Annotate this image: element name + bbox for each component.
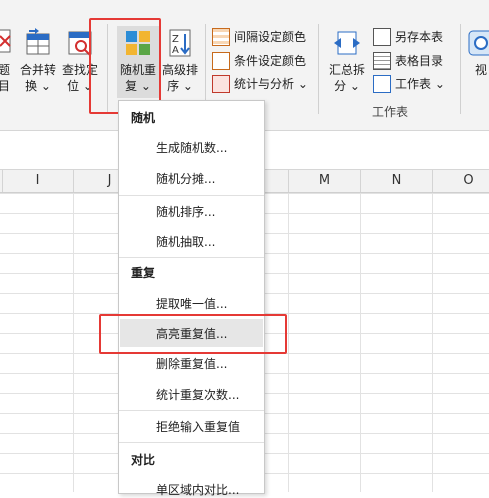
grid-column-line bbox=[73, 193, 74, 492]
stats-analysis-button[interactable]: 统计与分析 ⌄ bbox=[212, 74, 308, 94]
menu-item-reject-duplicates[interactable]: 拒绝输入重复值 bbox=[156, 418, 240, 435]
save-sheet-label: 另存本表 bbox=[395, 30, 444, 44]
advanced-sort-button[interactable]: Z A 高级排 序 ⌄ bbox=[160, 28, 200, 94]
interval-color-icon bbox=[212, 28, 230, 46]
condition-color-button[interactable]: 条件设定颜色 bbox=[212, 51, 306, 71]
ribbon-divider bbox=[460, 24, 461, 114]
menu-item-count-duplicates[interactable]: 统计重复次数... bbox=[156, 386, 239, 403]
ribbon-button-partial[interactable]: 题 目 bbox=[0, 28, 16, 94]
sort-label-1: 高级排 bbox=[161, 63, 198, 77]
stats-icon bbox=[212, 75, 230, 93]
menu-divider bbox=[119, 442, 264, 443]
worksheet-icon bbox=[373, 75, 391, 93]
interval-color-button[interactable]: 间隔设定颜色 bbox=[212, 27, 306, 47]
column-header[interactable]: M bbox=[289, 170, 361, 192]
worksheet-button[interactable]: 工作表 ⌄ bbox=[373, 74, 445, 94]
interval-color-label: 间隔设定颜色 bbox=[234, 30, 307, 44]
worksheet-group-label: 工作表 bbox=[372, 105, 409, 119]
menu-item-single-range-compare[interactable]: 单区域内对比... bbox=[156, 481, 239, 498]
menu-divider bbox=[119, 195, 264, 196]
menu-item-random-pick[interactable]: 随机抽取... bbox=[156, 233, 215, 250]
menu-divider bbox=[119, 257, 264, 258]
worksheet-label: 工作表 ⌄ bbox=[395, 77, 445, 91]
grid-column-line bbox=[360, 193, 361, 492]
ribbon-button-label: 题 bbox=[0, 63, 10, 77]
merge-label-1: 合并转 bbox=[19, 63, 56, 77]
merge-label-2: 换 ⌄ bbox=[25, 79, 51, 93]
view-label: 视 bbox=[474, 63, 487, 77]
view-button[interactable]: 视 bbox=[466, 28, 489, 78]
summary-label-1: 汇总拆 bbox=[328, 63, 365, 77]
ribbon-button-label: 目 bbox=[0, 79, 10, 93]
menu-section-random: 随机 bbox=[131, 111, 156, 125]
menu-section-compare: 对比 bbox=[131, 453, 156, 467]
save-sheet-button[interactable]: 另存本表 bbox=[373, 27, 443, 47]
save-sheet-icon bbox=[373, 28, 391, 46]
sort-label-2: 序 ⌄ bbox=[167, 79, 193, 93]
sort-az-icon: Z A bbox=[169, 29, 191, 57]
summary-split-icon bbox=[334, 31, 360, 55]
table-toc-icon bbox=[373, 52, 391, 70]
highlight-item-box bbox=[99, 314, 287, 354]
condition-color-icon bbox=[212, 52, 230, 70]
menu-item-random-allocate[interactable]: 随机分摊... bbox=[156, 170, 215, 187]
svg-text:Z: Z bbox=[172, 34, 179, 45]
table-toc-button[interactable]: 表格目录 bbox=[373, 51, 443, 71]
column-header[interactable]: N bbox=[361, 170, 433, 192]
menu-item-generate-random[interactable]: 生成随机数... bbox=[156, 139, 227, 156]
menu-item-extract-unique[interactable]: 提取唯一值... bbox=[156, 295, 227, 312]
menu-section-duplicate: 重复 bbox=[131, 266, 156, 280]
svg-text:A: A bbox=[172, 45, 179, 56]
view-icon bbox=[468, 30, 489, 56]
grid-column-line bbox=[432, 193, 433, 492]
table-toc-label: 表格目录 bbox=[395, 54, 444, 68]
summary-split-button[interactable]: 汇总拆 分 ⌄ bbox=[326, 28, 368, 94]
ribbon-divider bbox=[318, 24, 319, 114]
random-repeat-dropdown-menu: 随机 生成随机数... 随机分摊... 随机排序... 随机抽取... 重复 提… bbox=[118, 100, 265, 497]
grid-column-line bbox=[288, 193, 289, 492]
column-header[interactable]: O bbox=[433, 170, 489, 192]
table-delete-icon bbox=[0, 29, 11, 53]
menu-item-delete-duplicates[interactable]: 删除重复值... bbox=[156, 355, 227, 372]
merge-convert-button[interactable]: 合并转 换 ⌄ bbox=[18, 28, 58, 94]
summary-label-2: 分 ⌄ bbox=[334, 79, 360, 93]
menu-divider bbox=[119, 410, 264, 411]
menu-item-random-sort[interactable]: 随机排序... bbox=[156, 203, 215, 220]
merge-table-icon bbox=[26, 28, 50, 55]
condition-color-label: 条件设定颜色 bbox=[234, 54, 307, 68]
stats-label: 统计与分析 ⌄ bbox=[234, 77, 308, 91]
column-header[interactable]: I bbox=[2, 170, 74, 192]
